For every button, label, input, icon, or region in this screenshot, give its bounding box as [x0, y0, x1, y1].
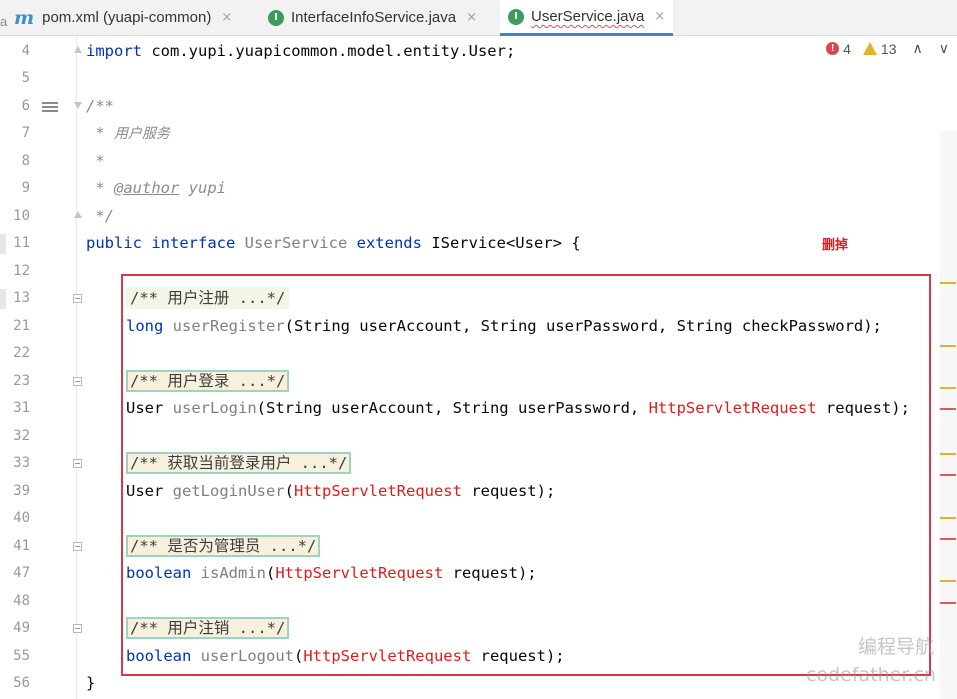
- keyword: import: [86, 42, 142, 60]
- code-editor[interactable]: ! 4 13 ∧ ∨ 4 import com.yupi.yuapicommon…: [0, 36, 957, 699]
- error-mark[interactable]: [940, 538, 956, 540]
- line-number: 48: [13, 593, 30, 609]
- truncated-panel-text: a: [0, 14, 8, 29]
- import-path: com.yupi.yuapicommon.model.entity.User;: [142, 42, 516, 60]
- keyword: public: [86, 234, 142, 252]
- line-number: 4: [21, 43, 30, 59]
- maven-file-icon: m: [14, 6, 35, 29]
- tab-interfaceinfoservice[interactable]: I InterfaceInfoService.java ×: [268, 0, 477, 35]
- line-number: 49: [13, 620, 30, 636]
- line-number: 40: [13, 510, 30, 526]
- keyword: extends: [347, 234, 432, 252]
- code-line: 6 /**: [0, 93, 957, 120]
- code-line: 4 import com.yupi.yuapicommon.model.enti…: [0, 38, 957, 65]
- error-mark[interactable]: [940, 602, 956, 604]
- line-number: 10: [13, 208, 30, 224]
- expand-fold-icon[interactable]: [73, 294, 82, 303]
- doc-comment: *: [86, 152, 105, 170]
- line-number: 41: [13, 538, 30, 554]
- warning-mark[interactable]: [940, 453, 956, 455]
- line-number: 39: [13, 483, 30, 499]
- line-number: 56: [13, 675, 30, 691]
- line-number: 13: [13, 290, 30, 306]
- warning-mark[interactable]: [940, 282, 956, 284]
- line-number: 55: [13, 648, 30, 664]
- line-number: 22: [13, 345, 30, 361]
- close-icon[interactable]: ×: [654, 9, 665, 24]
- doc-comment: *: [86, 179, 114, 197]
- editor-tab-bar: m pom.xml (yuapi-common) × I InterfaceIn…: [0, 0, 957, 36]
- interface-file-icon: I: [508, 8, 524, 25]
- tab-pom-xml[interactable]: m pom.xml (yuapi-common) ×: [14, 0, 232, 35]
- doc-comment: */: [86, 207, 114, 225]
- line-number: 32: [13, 428, 30, 444]
- fold-marker-icon[interactable]: [74, 211, 82, 218]
- tab-label: pom.xml (yuapi-common): [42, 9, 212, 26]
- line-number: 12: [13, 263, 30, 279]
- line-number: 5: [21, 70, 30, 86]
- warning-mark[interactable]: [940, 580, 956, 582]
- line-number: 6: [21, 98, 30, 114]
- error-mark[interactable]: [940, 474, 956, 476]
- interface-name: UserService: [244, 234, 348, 252]
- expand-fold-icon[interactable]: [73, 542, 82, 551]
- doc-comment: /**: [86, 97, 114, 115]
- doc-author-name: yupi: [179, 179, 226, 197]
- line-number: 21: [13, 318, 30, 334]
- warning-mark[interactable]: [940, 345, 956, 347]
- watermark-url: codefather.cn: [806, 664, 936, 686]
- close-icon[interactable]: ×: [466, 10, 477, 25]
- line-number: 11: [13, 235, 30, 251]
- tab-userservice[interactable]: I UserService.java ×: [500, 0, 674, 36]
- doc-description: 用户服务: [114, 126, 170, 142]
- code-line: 9 * @author yupi: [0, 175, 957, 202]
- error-mark[interactable]: [940, 408, 956, 410]
- line-number: 8: [21, 153, 30, 169]
- close-icon[interactable]: ×: [221, 10, 232, 25]
- closing-brace: }: [86, 674, 96, 692]
- doc-author-tag: @author: [114, 179, 180, 197]
- expand-fold-icon[interactable]: [73, 459, 82, 468]
- interface-file-icon: I: [268, 9, 284, 26]
- code-line: 8 *: [0, 148, 957, 175]
- expand-fold-icon[interactable]: [73, 624, 82, 633]
- code-line: 5: [0, 65, 957, 92]
- line-number: 7: [21, 125, 30, 141]
- warning-mark[interactable]: [940, 387, 956, 389]
- delete-annotation: 删掉: [822, 238, 849, 253]
- fold-marker-icon[interactable]: [74, 46, 82, 53]
- expand-fold-icon[interactable]: [73, 377, 82, 386]
- extends-type: IService<User> {: [431, 234, 581, 252]
- line-number: 23: [13, 373, 30, 389]
- watermark-title: 编程导航: [858, 636, 935, 658]
- warning-mark[interactable]: [940, 517, 956, 519]
- line-number: 33: [13, 455, 30, 471]
- code-line: 10 */: [0, 203, 957, 230]
- code-line: 11 public interface UserService extends …: [0, 230, 957, 257]
- tab-label: InterfaceInfoService.java: [291, 9, 457, 26]
- render-doc-icon[interactable]: [42, 100, 58, 114]
- fold-marker-icon[interactable]: [74, 102, 82, 109]
- line-number: 47: [13, 565, 30, 581]
- annotation-box: [121, 274, 931, 676]
- code-line: 7 * 用户服务: [0, 120, 957, 147]
- error-stripe[interactable]: [940, 131, 957, 699]
- line-number: 31: [13, 400, 30, 416]
- doc-comment: *: [86, 124, 114, 142]
- keyword: interface: [142, 234, 245, 252]
- tab-label: UserService.java: [531, 8, 645, 25]
- line-number: 9: [21, 180, 30, 196]
